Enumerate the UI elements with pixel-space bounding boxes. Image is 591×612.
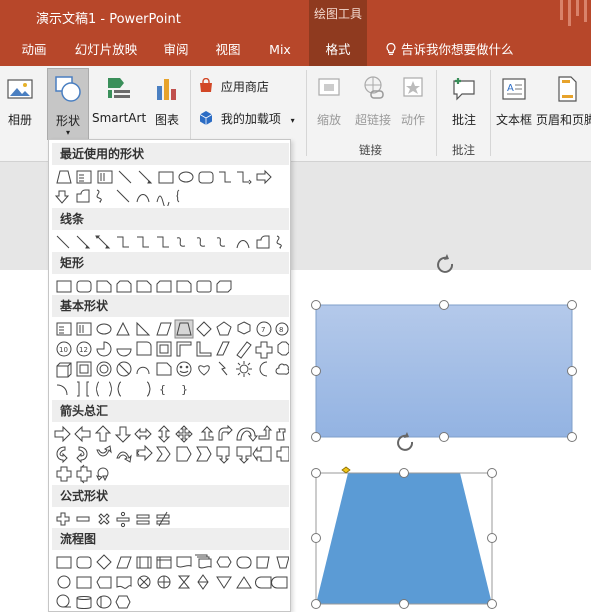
rotate-handle-icon[interactable] <box>437 254 454 273</box>
title-bar: 演示文稿1 - PowerPoint 绘图工具 <box>0 0 591 36</box>
svg-text:A: A <box>507 83 514 94</box>
arrows-row-3[interactable] <box>53 464 289 484</box>
comment-icon <box>453 78 475 101</box>
svg-text:}: } <box>181 383 188 396</box>
search-lightbulb-icon <box>386 42 396 55</box>
tab-slideshow[interactable]: 幻灯片放映 <box>66 36 146 66</box>
tab-animations[interactable]: 动画 <box>8 36 60 66</box>
action-label: 动作 <box>400 113 425 127</box>
store-icon <box>200 77 212 92</box>
app-store-button[interactable]: 应用商店 <box>198 77 269 95</box>
zoom-button[interactable]: 缩放 <box>312 74 346 128</box>
tab-view[interactable]: 视图 <box>208 36 248 66</box>
category-block-arrows: 箭头总汇 <box>52 400 289 422</box>
basic-shapes-row-1[interactable]: 78 <box>53 319 289 339</box>
link-group-label: 链接 <box>359 143 382 157</box>
picture-icon <box>7 79 33 99</box>
basic-shapes-row-4[interactable]: {} <box>53 379 289 399</box>
hyperlink-icon <box>364 76 384 99</box>
drawing-tools-context-label: 绘图工具 <box>309 0 367 36</box>
tab-format[interactable]: 格式 <box>309 36 367 66</box>
recent-shapes-row-1[interactable] <box>53 167 289 187</box>
svg-text:10: 10 <box>59 346 68 354</box>
my-addins-button[interactable]: 我的加载项 ▾ <box>198 110 295 127</box>
shapes-dropdown-arrow: ▾ <box>65 128 70 137</box>
ribbon-tabs: 动画 幻灯片放映 审阅 视图 Mix 格式 告诉我你想要做什么 <box>0 36 591 66</box>
chart-label: 图表 <box>154 113 179 127</box>
arrows-row-2[interactable] <box>53 444 289 464</box>
header-footer-button[interactable]: 页眉和页脚 <box>536 74 591 128</box>
category-rectangles: 矩形 <box>52 252 289 274</box>
smartart-icon <box>108 78 130 98</box>
shapes-gallery-dropdown: 最近使用的形状 线条 矩形 基本形状 7 8 10 12 {} 箭头总汇 公式… <box>48 139 291 612</box>
shapes-icon <box>55 76 81 102</box>
action-button[interactable]: 动作 <box>396 74 430 128</box>
comment-button[interactable]: 批注 <box>444 74 484 128</box>
shapes-label: 形状 <box>55 114 80 128</box>
app-store-label: 应用商店 <box>220 80 269 94</box>
addins-dropdown-arrow: ▾ <box>290 116 295 125</box>
recent-shapes-row-2[interactable] <box>53 186 289 206</box>
comment-group-label: 批注 <box>452 143 475 157</box>
album-button[interactable]: 相册 <box>2 74 38 128</box>
equation-shapes-row[interactable] <box>53 509 289 529</box>
svg-text:12: 12 <box>79 346 88 354</box>
window-title: 演示文稿1 - PowerPoint <box>36 12 181 27</box>
svg-text:8: 8 <box>279 326 283 334</box>
category-recent-shapes: 最近使用的形状 <box>52 143 289 165</box>
textbox-label: 文本框 <box>495 113 532 127</box>
basic-shapes-row-3[interactable] <box>53 359 289 379</box>
shapes-button[interactable]: 形状 ▾ <box>47 68 89 140</box>
title-decoration <box>552 0 591 28</box>
chart-button[interactable]: 图表 <box>150 74 184 128</box>
category-flowchart: 流程图 <box>52 528 289 550</box>
smartart-label: SmartArt <box>92 111 147 125</box>
flowchart-row-3[interactable] <box>53 592 289 611</box>
category-lines: 线条 <box>52 208 289 230</box>
header-footer-label: 页眉和页脚 <box>536 113 591 127</box>
addins-icon <box>199 111 213 125</box>
tab-mix[interactable]: Mix <box>262 36 298 66</box>
lines-row[interactable] <box>53 232 289 252</box>
header-footer-icon <box>558 76 577 102</box>
flowchart-row-2[interactable] <box>53 572 289 592</box>
my-addins-label: 我的加载项 <box>220 112 281 126</box>
rectangles-row[interactable] <box>53 276 289 296</box>
flowchart-row-1[interactable] <box>53 552 289 572</box>
album-label: 相册 <box>7 113 32 127</box>
chart-icon <box>157 79 176 100</box>
comment-label: 批注 <box>451 113 476 127</box>
svg-text:7: 7 <box>261 326 265 334</box>
selected-trapezoid-shape[interactable] <box>311 466 497 609</box>
tab-review[interactable]: 审阅 <box>156 36 196 66</box>
hyperlink-button[interactable]: 超链接 <box>352 74 394 128</box>
zoom-label: 缩放 <box>316 113 341 127</box>
smartart-button[interactable]: SmartArt <box>92 74 146 125</box>
category-basic-shapes: 基本形状 <box>52 295 289 317</box>
hyperlink-label: 超链接 <box>354 113 391 127</box>
textbox-button[interactable]: A 文本框 <box>494 74 534 128</box>
textbox-icon: A <box>502 78 526 100</box>
svg-text:{: { <box>159 383 166 396</box>
action-icon <box>403 77 423 97</box>
basic-shapes-row-2[interactable]: 10 12 <box>53 339 289 359</box>
arrows-row-1[interactable] <box>53 424 289 444</box>
tell-me-search[interactable]: 告诉我你想要做什么 <box>384 36 514 66</box>
selected-rectangle-shape[interactable] <box>311 300 577 442</box>
tell-me-text: 告诉我你想要做什么 <box>401 42 514 57</box>
zoom-icon <box>318 78 340 96</box>
category-equation-shapes: 公式形状 <box>52 485 289 507</box>
